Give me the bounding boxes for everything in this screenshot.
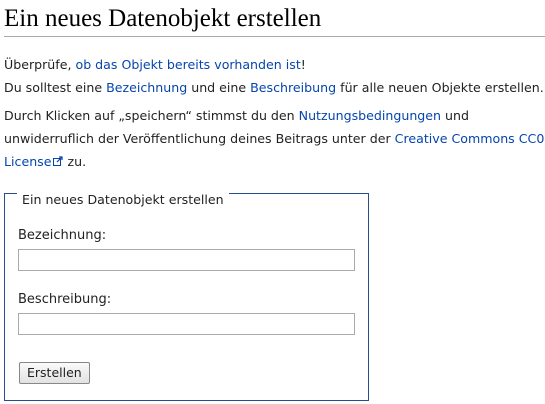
intro-paragraph: Überprüfe, ob das Objekt bereits vorhand…: [4, 53, 545, 99]
create-button[interactable]: Erstellen: [19, 362, 90, 384]
intro-text: !: [300, 57, 306, 72]
label-field-label: Bezeichnung:: [18, 228, 107, 243]
terms-of-use-link[interactable]: Nutzungsbedingungen: [299, 108, 441, 123]
description-input[interactable]: [18, 313, 355, 335]
label-help-link[interactable]: Bezeichnung: [106, 80, 187, 95]
intro-line-2: Du solltest eine Bezeichnung und eine Be…: [4, 76, 545, 99]
intro-line-1: Überprüfe, ob das Objekt bereits vorhand…: [4, 53, 545, 76]
description-field-label: Beschreibung:: [18, 292, 112, 307]
description-help-link[interactable]: Beschreibung: [250, 80, 336, 95]
terms-paragraph: Durch Klicken auf „speichern“ stimmst du…: [4, 104, 545, 173]
page-title: Ein neues Datenobjekt erstellen: [4, 5, 322, 32]
label-input[interactable]: [18, 249, 355, 271]
check-existing-link[interactable]: ob das Objekt bereits vorhanden ist: [75, 57, 300, 72]
intro-text: für alle neuen Objekte erstellen.: [336, 80, 544, 95]
terms-text: zu.: [63, 154, 87, 169]
intro-text: Überprüfe,: [4, 57, 76, 72]
terms-text: Durch Klicken auf „speichern“ stimmst du…: [4, 108, 299, 123]
intro-text: Du solltest eine: [4, 80, 107, 95]
title-divider: [4, 36, 545, 37]
intro-text: und eine: [187, 80, 251, 95]
form-legend: Ein neues Datenobjekt erstellen: [17, 192, 229, 208]
external-link-icon: [53, 150, 64, 173]
